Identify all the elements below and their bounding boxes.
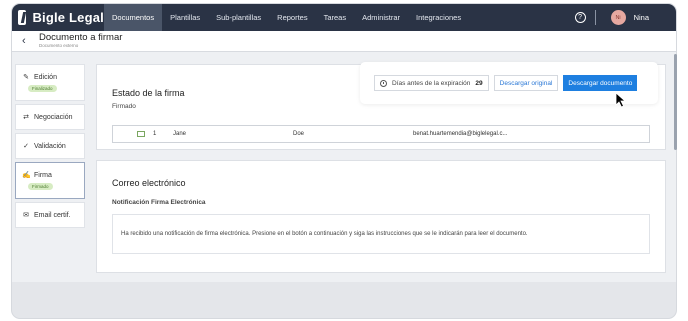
nav-item-sub-plantillas[interactable]: Sub-plantillas (208, 4, 269, 31)
sidebar-item-negociacion[interactable]: ⇄ Negociación (15, 104, 85, 130)
expiration-counter: Días antes de la expiración 29 (374, 75, 489, 91)
logo-icon (18, 10, 27, 25)
sidebar-row: ✎ Edición (22, 73, 78, 82)
main-nav: Documentos Plantillas Sub-plantillas Rep… (104, 4, 469, 31)
signature-status: Firmado (112, 103, 136, 110)
back-icon[interactable]: ‹ (22, 35, 32, 47)
nav-item-administrar[interactable]: Administrar (354, 4, 408, 31)
sidebar-item-validacion[interactable]: ✓ Validación (15, 133, 85, 159)
sidebar-item-email-certif[interactable]: ✉ Email certif. (15, 202, 85, 228)
email-title: Correo electrónico (112, 178, 186, 188)
nav-item-plantillas[interactable]: Plantillas (162, 4, 208, 31)
sidebar-row: ✉ Email certif. (22, 211, 78, 220)
download-original-button[interactable]: Descargar original (493, 75, 559, 91)
envelope-icon (137, 131, 145, 137)
sidebar-row: ✍ Firma (22, 171, 78, 180)
app-window: Bigle Legal Documentos Plantillas Sub-pl… (12, 4, 676, 318)
workflow-sidebar: ✎ Edición Finalizado ⇄ Negociación ✓ Val… (15, 64, 85, 231)
nav-item-documentos[interactable]: Documentos (104, 4, 163, 31)
title-block: Documento a firmar Documento externo (39, 33, 122, 49)
signer-index: 1 (153, 131, 157, 137)
page-title: Documento a firmar (39, 32, 123, 43)
nav-item-integraciones[interactable]: Integraciones (408, 4, 469, 31)
days-label: Días antes de la expiración (392, 79, 471, 87)
signer-email: benat.huartemendia@biglelegal.c... (413, 131, 508, 137)
email-subject: Notificación Firma Electrónica (112, 199, 206, 206)
avatar[interactable]: Ni (610, 10, 626, 25)
sidebar-row: ⇄ Negociación (22, 113, 78, 122)
signature-actions-panel: Días antes de la expiración 29 Descargar… (360, 62, 658, 104)
check-circle-icon: ✓ (23, 143, 29, 150)
sidebar-item-label: Email certif. (34, 211, 71, 219)
pencil-icon: ✎ (23, 74, 29, 81)
nav-item-tareas[interactable]: Tareas (316, 4, 355, 31)
mail-icon: ✉ (23, 212, 29, 219)
sidebar-item-label: Edición (34, 73, 57, 81)
status-badge: Finalizado (28, 85, 57, 92)
download-document-button[interactable]: Descargar documento (563, 75, 638, 91)
sidebar-item-label: Validación (34, 142, 66, 150)
page-header: ‹ Documento a firmar Documento externo (12, 31, 676, 52)
help-icon[interactable]: ? (574, 12, 586, 23)
sidebar-row: ✓ Validación (22, 142, 78, 151)
mouse-cursor-icon (615, 92, 627, 108)
sidebar-item-edicion[interactable]: ✎ Edición Finalizado (15, 64, 85, 101)
transfer-icon: ⇄ (23, 114, 29, 121)
nav-item-reportes[interactable]: Reportes (269, 4, 315, 31)
scrollbar[interactable] (674, 54, 677, 150)
days-value: 29 (475, 79, 483, 87)
email-body: Ha recibido una notificación de firma el… (112, 214, 650, 254)
status-badge: Firmado (28, 183, 53, 190)
sidebar-item-label: Firma (34, 171, 52, 179)
sidebar-item-firma[interactable]: ✍ Firma Firmado (15, 162, 85, 199)
divider (594, 10, 596, 25)
top-navigation-bar: Bigle Legal Documentos Plantillas Sub-pl… (12, 4, 676, 31)
signer-last-name: Doe (293, 131, 305, 137)
sidebar-item-label: Negociación (34, 113, 73, 121)
signature-title: Estado de la firma (112, 88, 185, 98)
page-subtitle: Documento externo (39, 43, 79, 48)
logo[interactable]: Bigle Legal (12, 4, 104, 31)
table-row: 1 Jane Doe benat.huartemendia@biglelegal… (112, 125, 650, 143)
user-area: ? Ni Nina (574, 4, 676, 31)
clock-icon (380, 79, 387, 87)
signer-first-name: Jane (173, 131, 187, 137)
email-card: Correo electrónico Notificación Firma El… (96, 160, 666, 273)
user-name[interactable]: Nina (634, 13, 649, 22)
signature-icon: ✍ (22, 172, 31, 179)
app-name: Bigle Legal (32, 10, 104, 25)
